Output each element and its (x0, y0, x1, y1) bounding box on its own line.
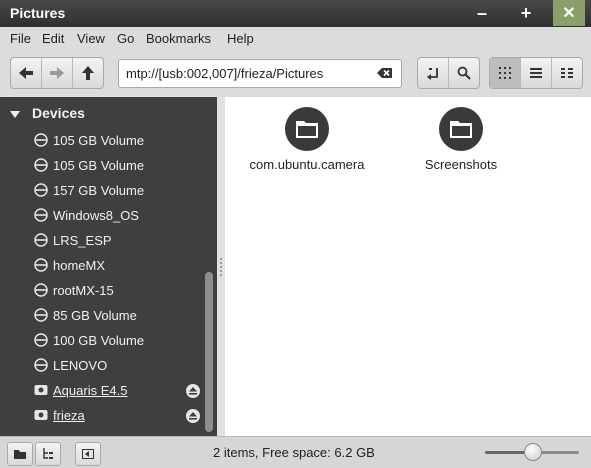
menu-view[interactable]: View (77, 31, 105, 46)
status-text: 2 items, Free space: 6.2 GB (213, 445, 375, 460)
folder-icon (439, 107, 483, 151)
drive-icon (34, 233, 48, 247)
location-text[interactable]: mtp://[usb:002,007]/frieza/Pictures (126, 66, 323, 81)
drive-icon (34, 183, 48, 197)
list-view-icon (530, 68, 542, 78)
search-button[interactable] (449, 58, 479, 88)
sidebar-item-label: frieza (53, 408, 85, 423)
places-sidebar-button[interactable] (7, 442, 33, 466)
list-view-button[interactable] (521, 58, 552, 88)
hide-sidebar-button[interactable] (75, 442, 101, 466)
close-button[interactable]: ✕ (553, 0, 585, 26)
status-bar: 2 items, Free space: 6.2 GB (0, 436, 591, 468)
zoom-slider-knob[interactable] (524, 443, 542, 461)
path-tools (417, 57, 480, 89)
sidebar-item-label: 105 GB Volume (53, 158, 145, 173)
forward-icon (50, 67, 64, 79)
menu-help[interactable]: Help (227, 31, 254, 46)
file-name: Screenshots (424, 157, 498, 172)
file-manager-window: Pictures – + ✕ File Edit View Go Bookmar… (0, 0, 591, 468)
drive-icon (34, 158, 48, 172)
sidebar-item-label: Aquaris E4.5 (53, 383, 128, 398)
drive-icon (34, 133, 48, 147)
folder-icon (285, 107, 329, 151)
sidebar-item-label: Windows8_OS (53, 208, 139, 223)
tree-view-icon (43, 448, 53, 459)
toggle-location-button[interactable] (418, 58, 449, 88)
drive-icon (34, 283, 48, 297)
menu-bookmarks[interactable]: Bookmarks (146, 31, 211, 46)
forward-button[interactable] (42, 58, 73, 88)
sidebar-item-label: 157 GB Volume (53, 183, 145, 198)
window-title: Pictures (10, 5, 66, 21)
toolbar: mtp://[usb:002,007]/frieza/Pictures (0, 49, 591, 98)
tree-sidebar-button[interactable] (35, 442, 61, 466)
phone-icon (34, 385, 48, 395)
hide-sidebar-icon (82, 449, 94, 459)
drive-icon (34, 208, 48, 222)
sidebar-item-label: LENOVO (53, 358, 108, 373)
devices-header[interactable]: Devices (10, 105, 85, 121)
icon-view-icon (499, 67, 511, 79)
navigation-buttons (10, 57, 104, 89)
expander-arrow-icon[interactable] (10, 110, 20, 118)
file-item[interactable]: Screenshots (386, 106, 536, 172)
view-switcher (489, 57, 583, 89)
back-icon (19, 67, 33, 79)
title-bar[interactable]: Pictures – + ✕ (0, 0, 591, 27)
minimize-button[interactable]: – (466, 0, 498, 26)
menu-go[interactable]: Go (117, 31, 134, 46)
back-button[interactable] (11, 58, 42, 88)
maximize-button[interactable]: + (510, 0, 542, 26)
phone-icon (34, 410, 48, 420)
sidebar: Devices 105 GB Volume 105 GB Volume 157 … (0, 97, 217, 436)
compact-view-button[interactable] (552, 58, 582, 88)
file-view[interactable]: com.ubuntu.camera Screenshots (225, 97, 591, 436)
eject-icon[interactable] (186, 384, 200, 398)
file-item[interactable]: com.ubuntu.camera (232, 106, 382, 172)
icon-view-button[interactable] (490, 58, 521, 88)
menu-bar: File Edit View Go Bookmarks Help (0, 27, 591, 49)
sidebar-item-label: rootMX-15 (53, 283, 114, 298)
sidebar-item-label: LRS_ESP (53, 233, 112, 248)
up-icon (82, 66, 94, 80)
drive-icon (34, 258, 48, 272)
location-bar[interactable]: mtp://[usb:002,007]/frieza/Pictures (118, 59, 402, 88)
sidebar-item-label: 105 GB Volume (53, 133, 145, 148)
menu-edit[interactable]: Edit (42, 31, 64, 46)
drive-icon (34, 333, 48, 347)
drive-icon (34, 358, 48, 372)
search-icon (457, 66, 471, 80)
menu-file[interactable]: File (10, 31, 31, 46)
compact-view-icon (561, 68, 573, 78)
sidebar-scrollbar[interactable] (205, 272, 213, 432)
sidebar-item-label: homeMX (53, 258, 106, 273)
folder-small-icon (14, 450, 26, 459)
clear-location-icon[interactable] (377, 65, 393, 81)
resize-grip (220, 258, 222, 276)
drive-icon (34, 308, 48, 322)
eject-icon[interactable] (186, 409, 200, 423)
sidebar-item-label: 85 GB Volume (53, 308, 137, 323)
toggle-location-icon (427, 68, 438, 80)
devices-header-label: Devices (32, 105, 85, 121)
up-button[interactable] (73, 58, 103, 88)
sidebar-item-label: 100 GB Volume (53, 333, 145, 348)
file-name: com.ubuntu.camera (249, 157, 365, 172)
